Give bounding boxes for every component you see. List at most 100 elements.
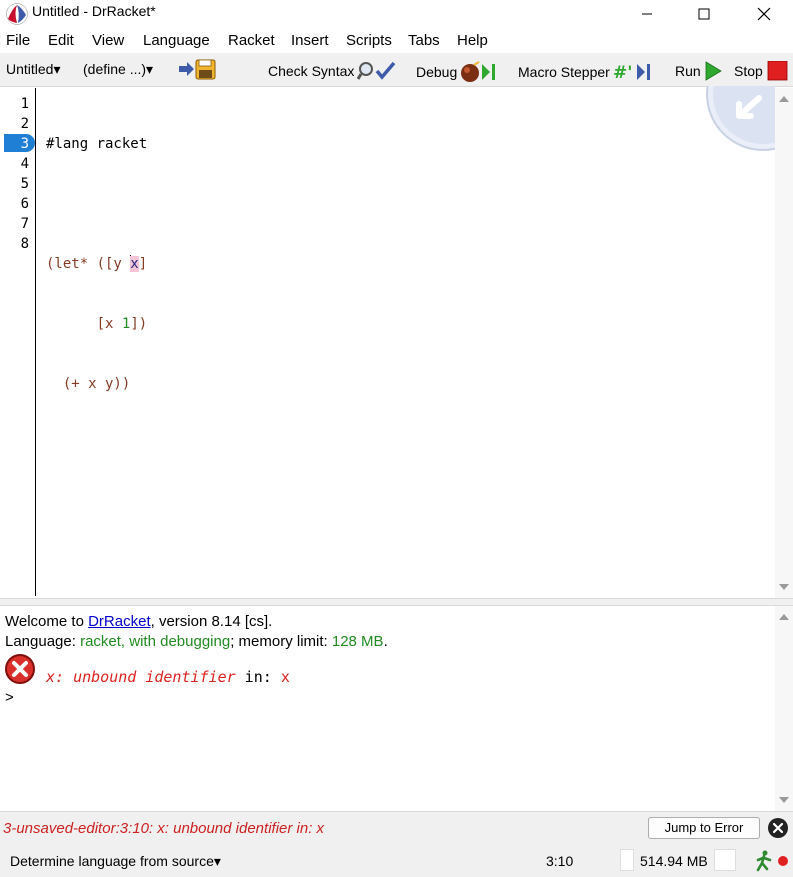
- scroll-down-arrow-icon[interactable]: [779, 797, 789, 803]
- language-end: .: [383, 633, 388, 650]
- interactions-scrollbar[interactable]: [775, 606, 793, 811]
- code-line-5: (+ x y)): [46, 374, 147, 394]
- svg-text:#': #': [613, 63, 632, 83]
- stop-square-icon: [767, 61, 788, 81]
- binding-close: ]): [130, 316, 148, 332]
- menu-insert[interactable]: Insert: [291, 32, 329, 50]
- run-label: Run: [675, 62, 701, 79]
- title-bar: Untitled - DrRacket*: [0, 0, 793, 30]
- error-identifier: x: [280, 668, 290, 686]
- status-red-dot-icon: [778, 856, 788, 866]
- menu-edit[interactable]: Edit: [48, 32, 74, 50]
- line-number-gutter: 1 2 3 4 5 6 7 8: [0, 88, 36, 596]
- macro-stepper-button[interactable]: Macro Stepper #': [518, 61, 657, 83]
- menu-view[interactable]: View: [92, 32, 124, 50]
- file-selector[interactable]: Untitled▾: [6, 61, 61, 78]
- check-syntax-label: Check Syntax: [268, 62, 355, 79]
- error-bar: 3-unsaved-editor:3:10: x: unbound identi…: [0, 811, 793, 844]
- bracket-close: ]: [138, 256, 148, 272]
- check-syntax-button[interactable]: Check Syntax: [268, 61, 397, 81]
- menu-scripts[interactable]: Scripts: [346, 32, 392, 50]
- debug-label: Debug: [416, 63, 458, 80]
- run-play-icon: [705, 61, 722, 81]
- close-error-icon[interactable]: [767, 817, 789, 839]
- macro-stepper-icon: #': [613, 63, 650, 83]
- code-line-1: #lang racket: [46, 134, 147, 154]
- define-selector[interactable]: (define ...)▾: [83, 61, 153, 78]
- running-man-icon: [756, 850, 772, 872]
- debug-bug-icon: [461, 61, 496, 82]
- menu-help[interactable]: Help: [457, 32, 488, 50]
- code-line-4: [x 1]): [46, 314, 148, 334]
- close-button[interactable]: [741, 0, 787, 28]
- close-icon: [757, 7, 771, 21]
- save-button[interactable]: [178, 58, 216, 80]
- status-indicator-box: [714, 849, 736, 871]
- welcome-suffix: , version 8.14 [cs].: [150, 613, 273, 630]
- let-expr-open: (let* ([y: [46, 256, 131, 272]
- error-in: in:: [235, 668, 281, 686]
- scroll-down-arrow-icon[interactable]: [779, 584, 789, 590]
- body-expr: (+ x y)): [62, 376, 131, 392]
- editor-scrollbar[interactable]: [775, 88, 793, 598]
- line-number-active: 3: [20, 136, 29, 152]
- maximize-button[interactable]: [681, 0, 727, 28]
- language-prefix: Language:: [5, 633, 81, 650]
- memory-usage[interactable]: 514.94 MB: [640, 853, 708, 869]
- scroll-up-arrow-icon[interactable]: [779, 96, 789, 102]
- menu-bar: File Edit View Language Racket Insert Sc…: [0, 30, 793, 52]
- menu-file[interactable]: File: [6, 32, 30, 50]
- memory-limit-value: 128 MB: [331, 633, 384, 650]
- jump-to-error-button[interactable]: Jump to Error: [648, 817, 760, 839]
- drracket-link[interactable]: DrRacket: [88, 613, 151, 630]
- stop-button[interactable]: Stop: [734, 61, 788, 81]
- welcome-line: Welcome to DrRacket, version 8.14 [cs].: [5, 613, 272, 631]
- line-number: 1: [20, 96, 29, 112]
- magnifier-check-icon: [357, 61, 396, 80]
- line-number: 7: [20, 216, 29, 232]
- binding-open: [x: [96, 316, 122, 332]
- menu-language[interactable]: Language: [143, 32, 210, 50]
- status-bar: Determine language from source▾ 3:10 514…: [0, 844, 793, 877]
- line-number: 4: [20, 156, 29, 172]
- language-selector[interactable]: Determine language from source▾: [10, 853, 221, 870]
- pane-divider[interactable]: [0, 598, 793, 606]
- error-location-message[interactable]: 3-unsaved-editor:3:10: x: unbound identi…: [3, 820, 324, 837]
- line-number: 5: [20, 176, 29, 192]
- window-title: Untitled - DrRacket*: [32, 3, 156, 19]
- repl-prompt[interactable]: >: [5, 689, 14, 707]
- maximize-icon: [698, 8, 710, 20]
- toolbar: Untitled▾ (define ...)▾ Check Syntax Deb…: [0, 53, 793, 87]
- minimize-icon: [642, 13, 652, 15]
- lang-line: #lang racket: [46, 136, 148, 152]
- menu-tabs[interactable]: Tabs: [408, 32, 440, 50]
- save-icon: [179, 59, 216, 80]
- cursor-position: 3:10: [546, 853, 574, 869]
- error-line: x: unbound identifier in: x: [46, 668, 290, 687]
- code-line-3: (let* ([y x]: [46, 254, 147, 274]
- definitions-editor[interactable]: 1 2 3 4 5 6 7 8 #lang racket (let* ([y x…: [0, 86, 793, 598]
- status-indicator-box: [620, 849, 634, 871]
- highlighted-identifier: x: [130, 256, 139, 272]
- macro-stepper-label: Macro Stepper: [518, 63, 610, 80]
- error-message: x: unbound identifier: [46, 668, 236, 686]
- editor-corner-badge-icon: [706, 86, 775, 151]
- language-mid: ; memory limit:: [230, 633, 332, 650]
- line-number: 6: [20, 196, 29, 212]
- run-button[interactable]: Run: [675, 61, 722, 81]
- line-number: 8: [20, 236, 29, 252]
- scroll-up-arrow-icon[interactable]: [779, 614, 789, 620]
- language-line: Language: racket, with debugging; memory…: [5, 633, 388, 651]
- stop-label: Stop: [734, 62, 763, 79]
- debug-button[interactable]: Debug: [416, 61, 504, 83]
- code-area[interactable]: #lang racket (let* ([y x] [x 1]) (+ x y)…: [46, 94, 147, 434]
- racket-logo-icon: [6, 3, 28, 25]
- error-x-icon[interactable]: [4, 653, 36, 685]
- menu-racket[interactable]: Racket: [228, 32, 275, 50]
- minimize-button[interactable]: [624, 0, 670, 28]
- interactions-pane[interactable]: Welcome to DrRacket, version 8.14 [cs]. …: [0, 606, 793, 811]
- language-value: racket, with debugging: [80, 633, 231, 650]
